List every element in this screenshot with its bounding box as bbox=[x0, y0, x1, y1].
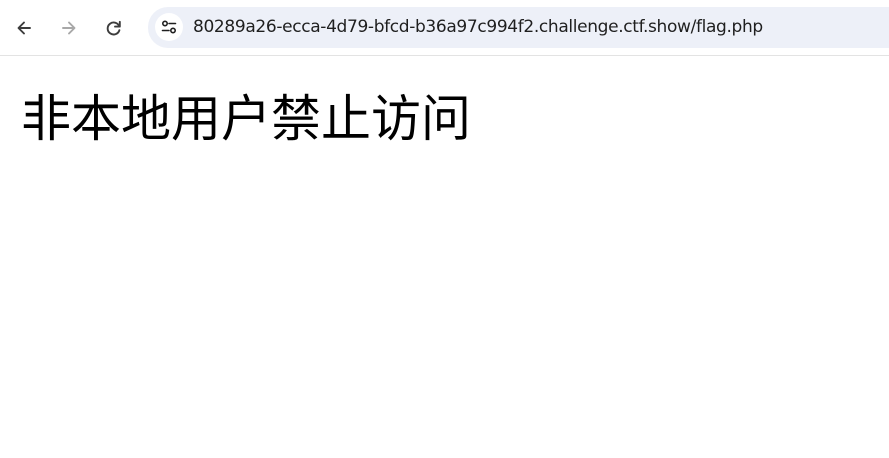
arrow-right-icon bbox=[62, 21, 76, 35]
page-heading: 非本地用户禁止访问 bbox=[21, 90, 471, 148]
browser-toolbar: 80289a26-ecca-4d79-bfcd-b36a97c994f2.cha… bbox=[0, 0, 889, 56]
url-text[interactable]: 80289a26-ecca-4d79-bfcd-b36a97c994f2.cha… bbox=[193, 17, 763, 38]
site-info-button[interactable] bbox=[155, 13, 183, 41]
forward-button[interactable] bbox=[53, 10, 85, 46]
reload-button[interactable] bbox=[98, 10, 130, 46]
tune-icon bbox=[161, 20, 177, 34]
reload-icon bbox=[106, 20, 121, 36]
arrow-left-icon bbox=[17, 21, 31, 35]
page-content: 非本地用户禁止访问 bbox=[0, 57, 889, 458]
address-bar[interactable]: 80289a26-ecca-4d79-bfcd-b36a97c994f2.cha… bbox=[148, 7, 889, 48]
back-button[interactable] bbox=[8, 10, 40, 46]
